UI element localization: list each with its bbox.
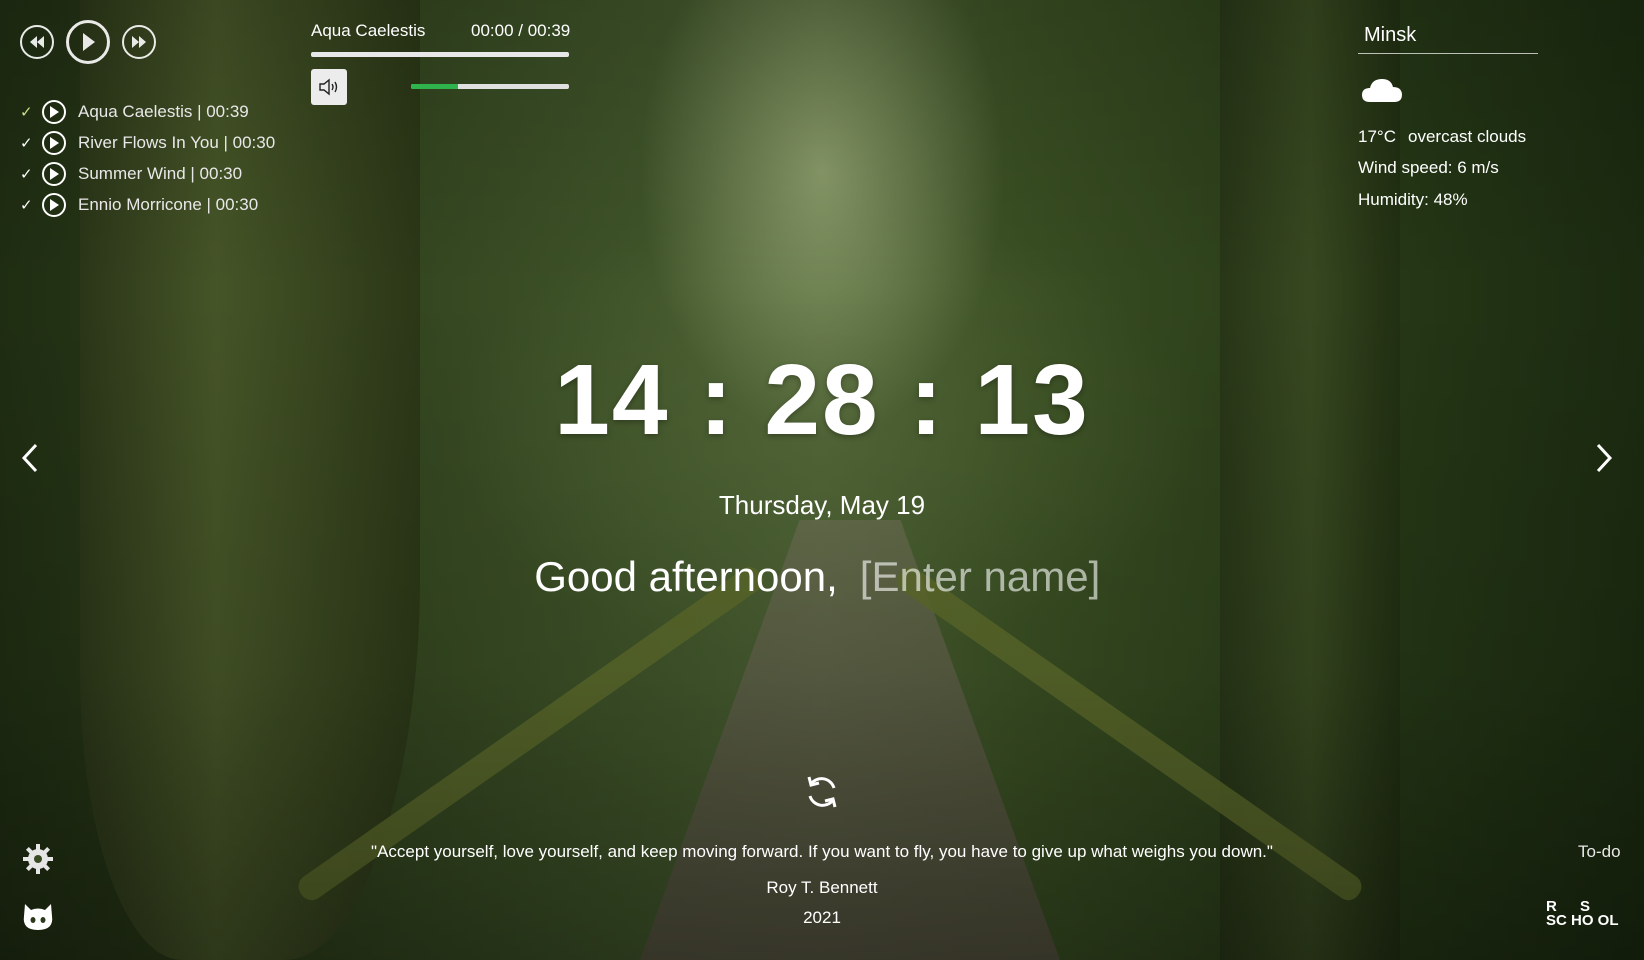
- play-icon: [83, 33, 95, 51]
- playlist-item-label: Summer Wind | 00:30: [78, 163, 243, 183]
- refresh-icon: [807, 776, 837, 808]
- speaker-icon: [319, 78, 338, 96]
- playlist-item-label: River Flows In You | 00:30: [78, 132, 276, 152]
- change-quote-button[interactable]: [802, 772, 842, 812]
- quote-author: Roy T. Bennett: [766, 878, 878, 897]
- greeting-text: Good afternoon,: [534, 553, 838, 600]
- check-mark-icon: ✓: [20, 165, 33, 183]
- volume-slider[interactable]: [411, 84, 569, 89]
- clock-date: Thursday, May 19: [718, 490, 926, 520]
- city-input[interactable]: Minsk: [1358, 24, 1538, 54]
- playlist: ✓ Aqua Caelestis | 00:39 ✓ River Flows I…: [20, 96, 275, 220]
- previous-track-button[interactable]: [20, 25, 54, 59]
- play-icon: [50, 136, 59, 149]
- playlist-item-play-button[interactable]: [42, 192, 66, 217]
- copyright-year: 2021: [803, 908, 841, 927]
- check-mark-icon: ✓: [20, 134, 33, 152]
- play-button[interactable]: [66, 20, 110, 64]
- todo-button[interactable]: To-do: [1578, 842, 1621, 862]
- cloud-icon: [1360, 74, 1404, 109]
- check-mark-icon: ✓: [20, 103, 33, 121]
- clock-time: 14 : 28 : 13: [554, 344, 1090, 456]
- temperature: 17°C: [1358, 127, 1396, 146]
- fast-forward-icon: [132, 36, 146, 48]
- weather-description: overcast clouds: [1408, 127, 1527, 146]
- playlist-item[interactable]: ✓ River Flows In You | 00:30: [20, 127, 275, 158]
- playlist-item-label: Ennio Morricone | 00:30: [78, 194, 259, 214]
- play-icon: [50, 167, 59, 180]
- greeting-row: Good afternoon,: [0, 553, 1644, 601]
- rs-school-logo[interactable]: RS SC HO OL: [1546, 899, 1619, 929]
- play-icon: [50, 198, 59, 211]
- check-mark-icon: ✓: [20, 196, 33, 214]
- rewind-icon: [30, 36, 44, 48]
- player-controls: [20, 20, 156, 64]
- playlist-item[interactable]: ✓ Ennio Morricone | 00:30: [20, 189, 275, 220]
- mute-button[interactable]: [311, 69, 347, 105]
- next-track-button[interactable]: [122, 25, 156, 59]
- track-time: 00:00 / 00:39: [471, 21, 571, 40]
- gear-icon: [23, 844, 53, 874]
- playlist-item[interactable]: ✓ Summer Wind | 00:30: [20, 158, 275, 189]
- play-icon: [50, 105, 59, 118]
- quote-text: "Accept yourself, love yourself, and kee…: [371, 842, 1273, 861]
- settings-button[interactable]: [22, 843, 54, 875]
- volume-fill: [411, 84, 459, 89]
- track-progress-bar[interactable]: [311, 52, 569, 57]
- wind-speed: Wind speed: 6 m/s: [1358, 158, 1499, 177]
- github-link[interactable]: [22, 902, 54, 934]
- name-input[interactable]: [859, 553, 1110, 601]
- rs-school-logo-row2: SC HO OL: [1546, 912, 1619, 929]
- current-track-title: Aqua Caelestis: [311, 21, 426, 40]
- playlist-item-play-button[interactable]: [42, 130, 66, 155]
- playlist-item-label: Aqua Caelestis | 00:39: [78, 101, 249, 121]
- playlist-item-play-button[interactable]: [42, 99, 66, 124]
- humidity: Humidity: 48%: [1358, 190, 1468, 209]
- playlist-item[interactable]: ✓ Aqua Caelestis | 00:39: [20, 96, 275, 127]
- playlist-item-play-button[interactable]: [42, 161, 66, 186]
- github-icon: [23, 904, 53, 930]
